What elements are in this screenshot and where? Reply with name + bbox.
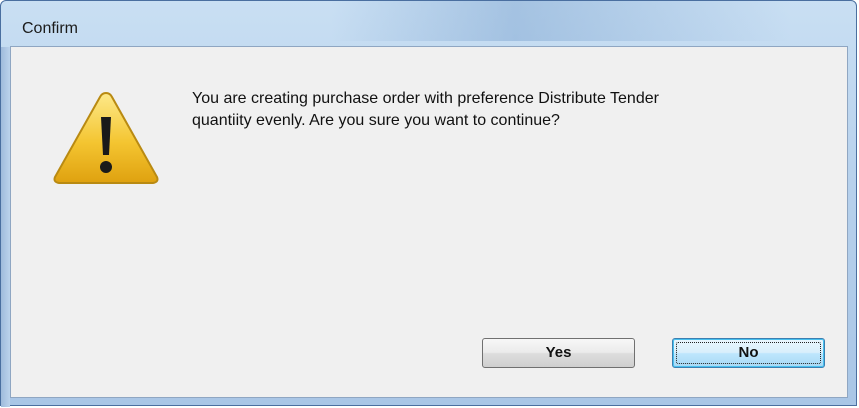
no-button[interactable]: No	[672, 338, 825, 368]
yes-button-label: Yes	[545, 344, 572, 361]
message-line-1: You are creating purchase order with pre…	[192, 90, 659, 107]
title-bar-glass	[331, 1, 791, 41]
warning-icon	[53, 91, 159, 184]
message-line-2: quantiity evenly. Are you sure you want …	[192, 112, 560, 129]
dialog-body: You are creating purchase order with pre…	[10, 46, 848, 398]
dialog-title: Confirm	[22, 20, 79, 37]
dialog-message: You are creating purchase order with pre…	[192, 88, 812, 132]
title-bar[interactable]: Confirm	[1, 1, 856, 47]
no-button-label: No	[738, 344, 759, 361]
window-frame-edge	[1, 47, 10, 407]
confirm-dialog-window: Confirm You are creating purchase order …	[0, 0, 857, 407]
yes-button[interactable]: Yes	[482, 338, 635, 368]
